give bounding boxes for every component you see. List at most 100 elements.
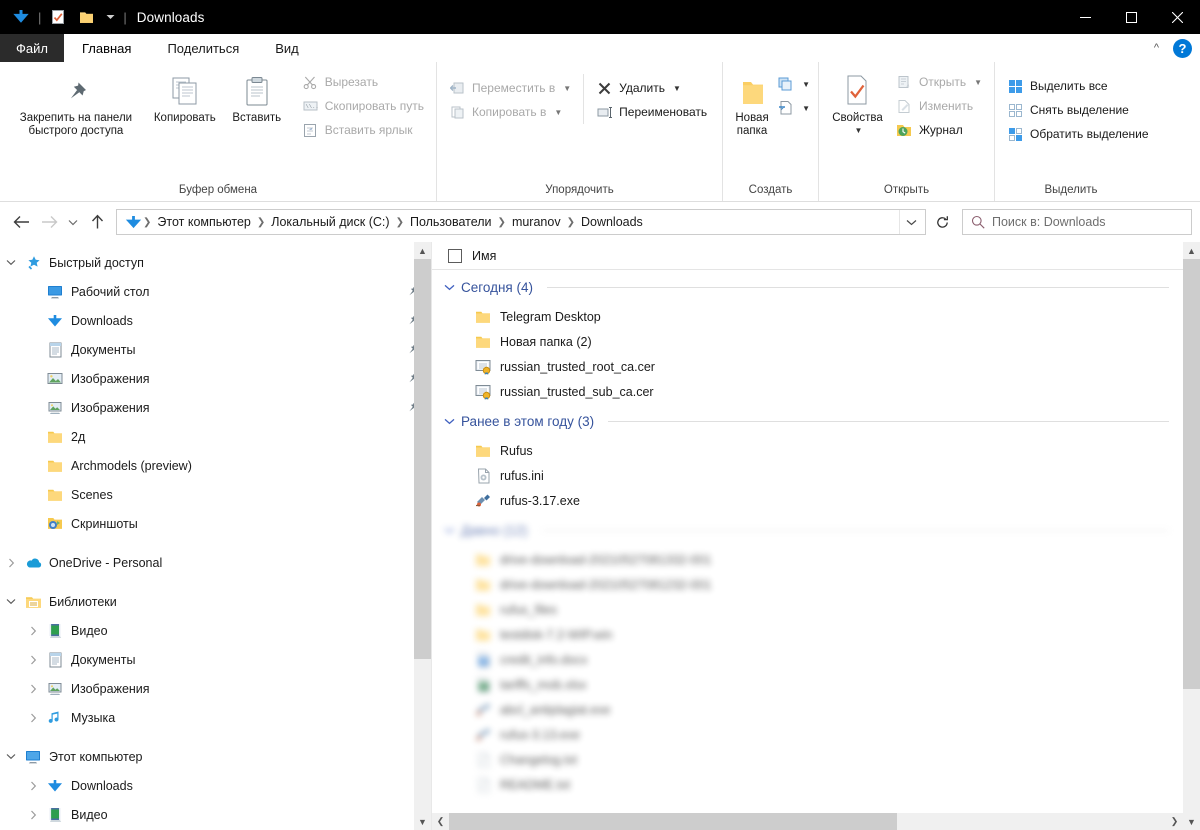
chevron-right-icon[interactable]	[22, 684, 44, 694]
refresh-button[interactable]	[928, 209, 956, 235]
file-list-item[interactable]: russian_trusted_root_ca.cer	[432, 354, 1183, 379]
breadcrumb-sep-4[interactable]: ❯	[566, 217, 576, 228]
move-to-button[interactable]: Переместить в ▼	[443, 76, 577, 100]
breadcrumb-dropdown-icon[interactable]	[899, 210, 923, 234]
breadcrumb-sep-1[interactable]: ❯	[256, 217, 266, 228]
chevron-down-icon-7[interactable]: ▼	[974, 78, 982, 87]
sidebar-item-7[interactable]: Archmodels (preview)	[0, 451, 431, 480]
sidebar-item-14[interactable]: Изображения	[0, 674, 431, 703]
file-scroll-left-arrow[interactable]: ❮	[432, 816, 449, 827]
maximize-button[interactable]	[1108, 0, 1154, 34]
select-all-checkbox[interactable]	[448, 248, 462, 263]
nav-scroll-down-arrow[interactable]: ▼	[414, 813, 431, 830]
sidebar-item-0[interactable]: Быстрый доступ	[0, 248, 431, 277]
easy-access-button[interactable]: ▼	[775, 96, 812, 120]
search-box[interactable]: Поиск в: Downloads	[962, 209, 1192, 235]
file-list-item[interactable]: Xtariffs_mob.xlsx	[432, 672, 1183, 697]
up-button[interactable]	[84, 209, 110, 235]
sidebar-item-18[interactable]: Видео	[0, 800, 431, 829]
qat-dropdown-icon[interactable]	[101, 14, 119, 20]
nav-vertical-scrollbar[interactable]: ▲ ▼	[414, 242, 431, 830]
file-list-item[interactable]: Telegram Desktop	[432, 304, 1183, 329]
file-scroll-down-arrow[interactable]: ▼	[1183, 813, 1200, 830]
copy-button[interactable]: Копировать	[146, 68, 224, 125]
file-group-header[interactable]: Ранее в этом году (3)	[432, 404, 1183, 438]
file-hscroll-thumb[interactable]	[449, 813, 897, 830]
recent-locations-button[interactable]	[64, 209, 82, 235]
delete-button[interactable]: Удалить ▼	[590, 76, 713, 100]
chevron-down-icon-6[interactable]: ▼	[855, 126, 863, 135]
file-list-item[interactable]: Rufus	[432, 438, 1183, 463]
history-button[interactable]: Журнал	[890, 118, 988, 142]
sidebar-item-1[interactable]: Рабочий стол	[0, 277, 431, 306]
sidebar-item-5[interactable]: Изображения	[0, 393, 431, 422]
chevron-up-icon[interactable]: ^	[1148, 42, 1165, 54]
file-list-item[interactable]: README.txt	[432, 772, 1183, 797]
file-list-item[interactable]: rufus-3.17.exe	[432, 488, 1183, 513]
breadcrumb-item-4[interactable]: Downloads	[576, 215, 648, 229]
sidebar-item-3[interactable]: Документы	[0, 335, 431, 364]
edit-button[interactable]: Изменить	[890, 94, 988, 118]
copy-to-button[interactable]: Копировать в ▼	[443, 100, 577, 124]
file-scroll-thumb[interactable]	[1183, 259, 1200, 689]
tab-home[interactable]: Главная	[63, 34, 150, 62]
new-folder-icon[interactable]	[73, 4, 99, 30]
file-scroll-track[interactable]	[1183, 259, 1200, 813]
file-hscroll-track[interactable]	[449, 813, 1166, 830]
search-input[interactable]: Поиск в: Downloads	[992, 215, 1106, 229]
chevron-right-icon[interactable]	[22, 626, 44, 636]
chevron-down-icon-4[interactable]: ▼	[802, 80, 810, 89]
file-list-item[interactable]: rufus-3.13.exe	[432, 722, 1183, 747]
file-list-item[interactable]: rufus_files	[432, 597, 1183, 622]
file-list-item[interactable]: abcl_antiplagiat.exe	[432, 697, 1183, 722]
file-horizontal-scrollbar[interactable]: ❮ ❯	[432, 813, 1183, 830]
chevron-right-icon[interactable]	[22, 655, 44, 665]
properties-check-icon[interactable]	[45, 4, 71, 30]
file-list-item[interactable]: rufus.ini	[432, 463, 1183, 488]
sidebar-item-12[interactable]: Видео	[0, 616, 431, 645]
sidebar-item-15[interactable]: Музыка	[0, 703, 431, 732]
select-all-button[interactable]: Выделить все	[1001, 74, 1155, 98]
file-list-item[interactable]: Wcredit_info.docx	[432, 647, 1183, 672]
tab-view[interactable]: Вид	[257, 34, 317, 62]
chevron-down-icon[interactable]	[444, 527, 455, 534]
close-button[interactable]	[1154, 0, 1200, 34]
tab-file[interactable]: Файл	[0, 34, 64, 62]
chevron-down-icon-3[interactable]: ▼	[673, 84, 681, 93]
breadcrumb-sep-3[interactable]: ❯	[497, 217, 507, 228]
chevron-down-icon[interactable]	[444, 418, 455, 425]
cut-button[interactable]: Вырезать	[296, 70, 430, 94]
pin-to-quick-access-button[interactable]: Закрепить на панели быстрого доступа	[6, 68, 146, 138]
open-button[interactable]: Открыть ▼	[890, 70, 988, 94]
chevron-down-icon-5[interactable]: ▼	[802, 104, 810, 113]
chevron-down-icon[interactable]	[0, 753, 22, 760]
properties-button[interactable]: Свойства ▼	[825, 68, 890, 135]
file-list-item[interactable]: testdisk-7.2-WIP.win	[432, 622, 1183, 647]
rename-button[interactable]: Переименовать	[590, 100, 713, 124]
file-group-header[interactable]: Сегодня (4)	[432, 270, 1183, 304]
nav-scroll-track[interactable]	[414, 259, 431, 813]
chevron-right-icon[interactable]	[22, 713, 44, 723]
sidebar-item-16[interactable]: Этот компьютер	[0, 742, 431, 771]
sidebar-item-10[interactable]: OneDrive - Personal	[0, 548, 431, 577]
breadcrumb-item-2[interactable]: Пользователи	[405, 215, 497, 229]
new-folder-button[interactable]: Новая папка	[729, 68, 775, 138]
invert-selection-button[interactable]: Обратить выделение	[1001, 122, 1155, 146]
sidebar-item-17[interactable]: Downloads	[0, 771, 431, 800]
file-list-item[interactable]: Новая папка (2)	[432, 329, 1183, 354]
chevron-down-icon-2[interactable]: ▼	[554, 108, 562, 117]
breadcrumb-item-1[interactable]: Локальный диск (C:)	[266, 215, 394, 229]
nav-scroll-up-arrow[interactable]: ▲	[414, 242, 431, 259]
sidebar-item-4[interactable]: Изображения	[0, 364, 431, 393]
help-icon[interactable]: ?	[1173, 38, 1192, 58]
chevron-right-icon[interactable]	[22, 781, 44, 791]
sidebar-item-11[interactable]: Библиотеки	[0, 587, 431, 616]
sidebar-item-8[interactable]: Scenes	[0, 480, 431, 509]
breadcrumb-sep-2[interactable]: ❯	[395, 217, 405, 228]
back-button[interactable]	[8, 209, 34, 235]
file-list-item[interactable]: russian_trusted_sub_ca.cer	[432, 379, 1183, 404]
sidebar-item-13[interactable]: Документы	[0, 645, 431, 674]
new-item-button[interactable]: ▼	[775, 72, 812, 96]
file-scroll-right-arrow[interactable]: ❯	[1166, 816, 1183, 827]
file-scroll-up-arrow[interactable]: ▲	[1183, 242, 1200, 259]
